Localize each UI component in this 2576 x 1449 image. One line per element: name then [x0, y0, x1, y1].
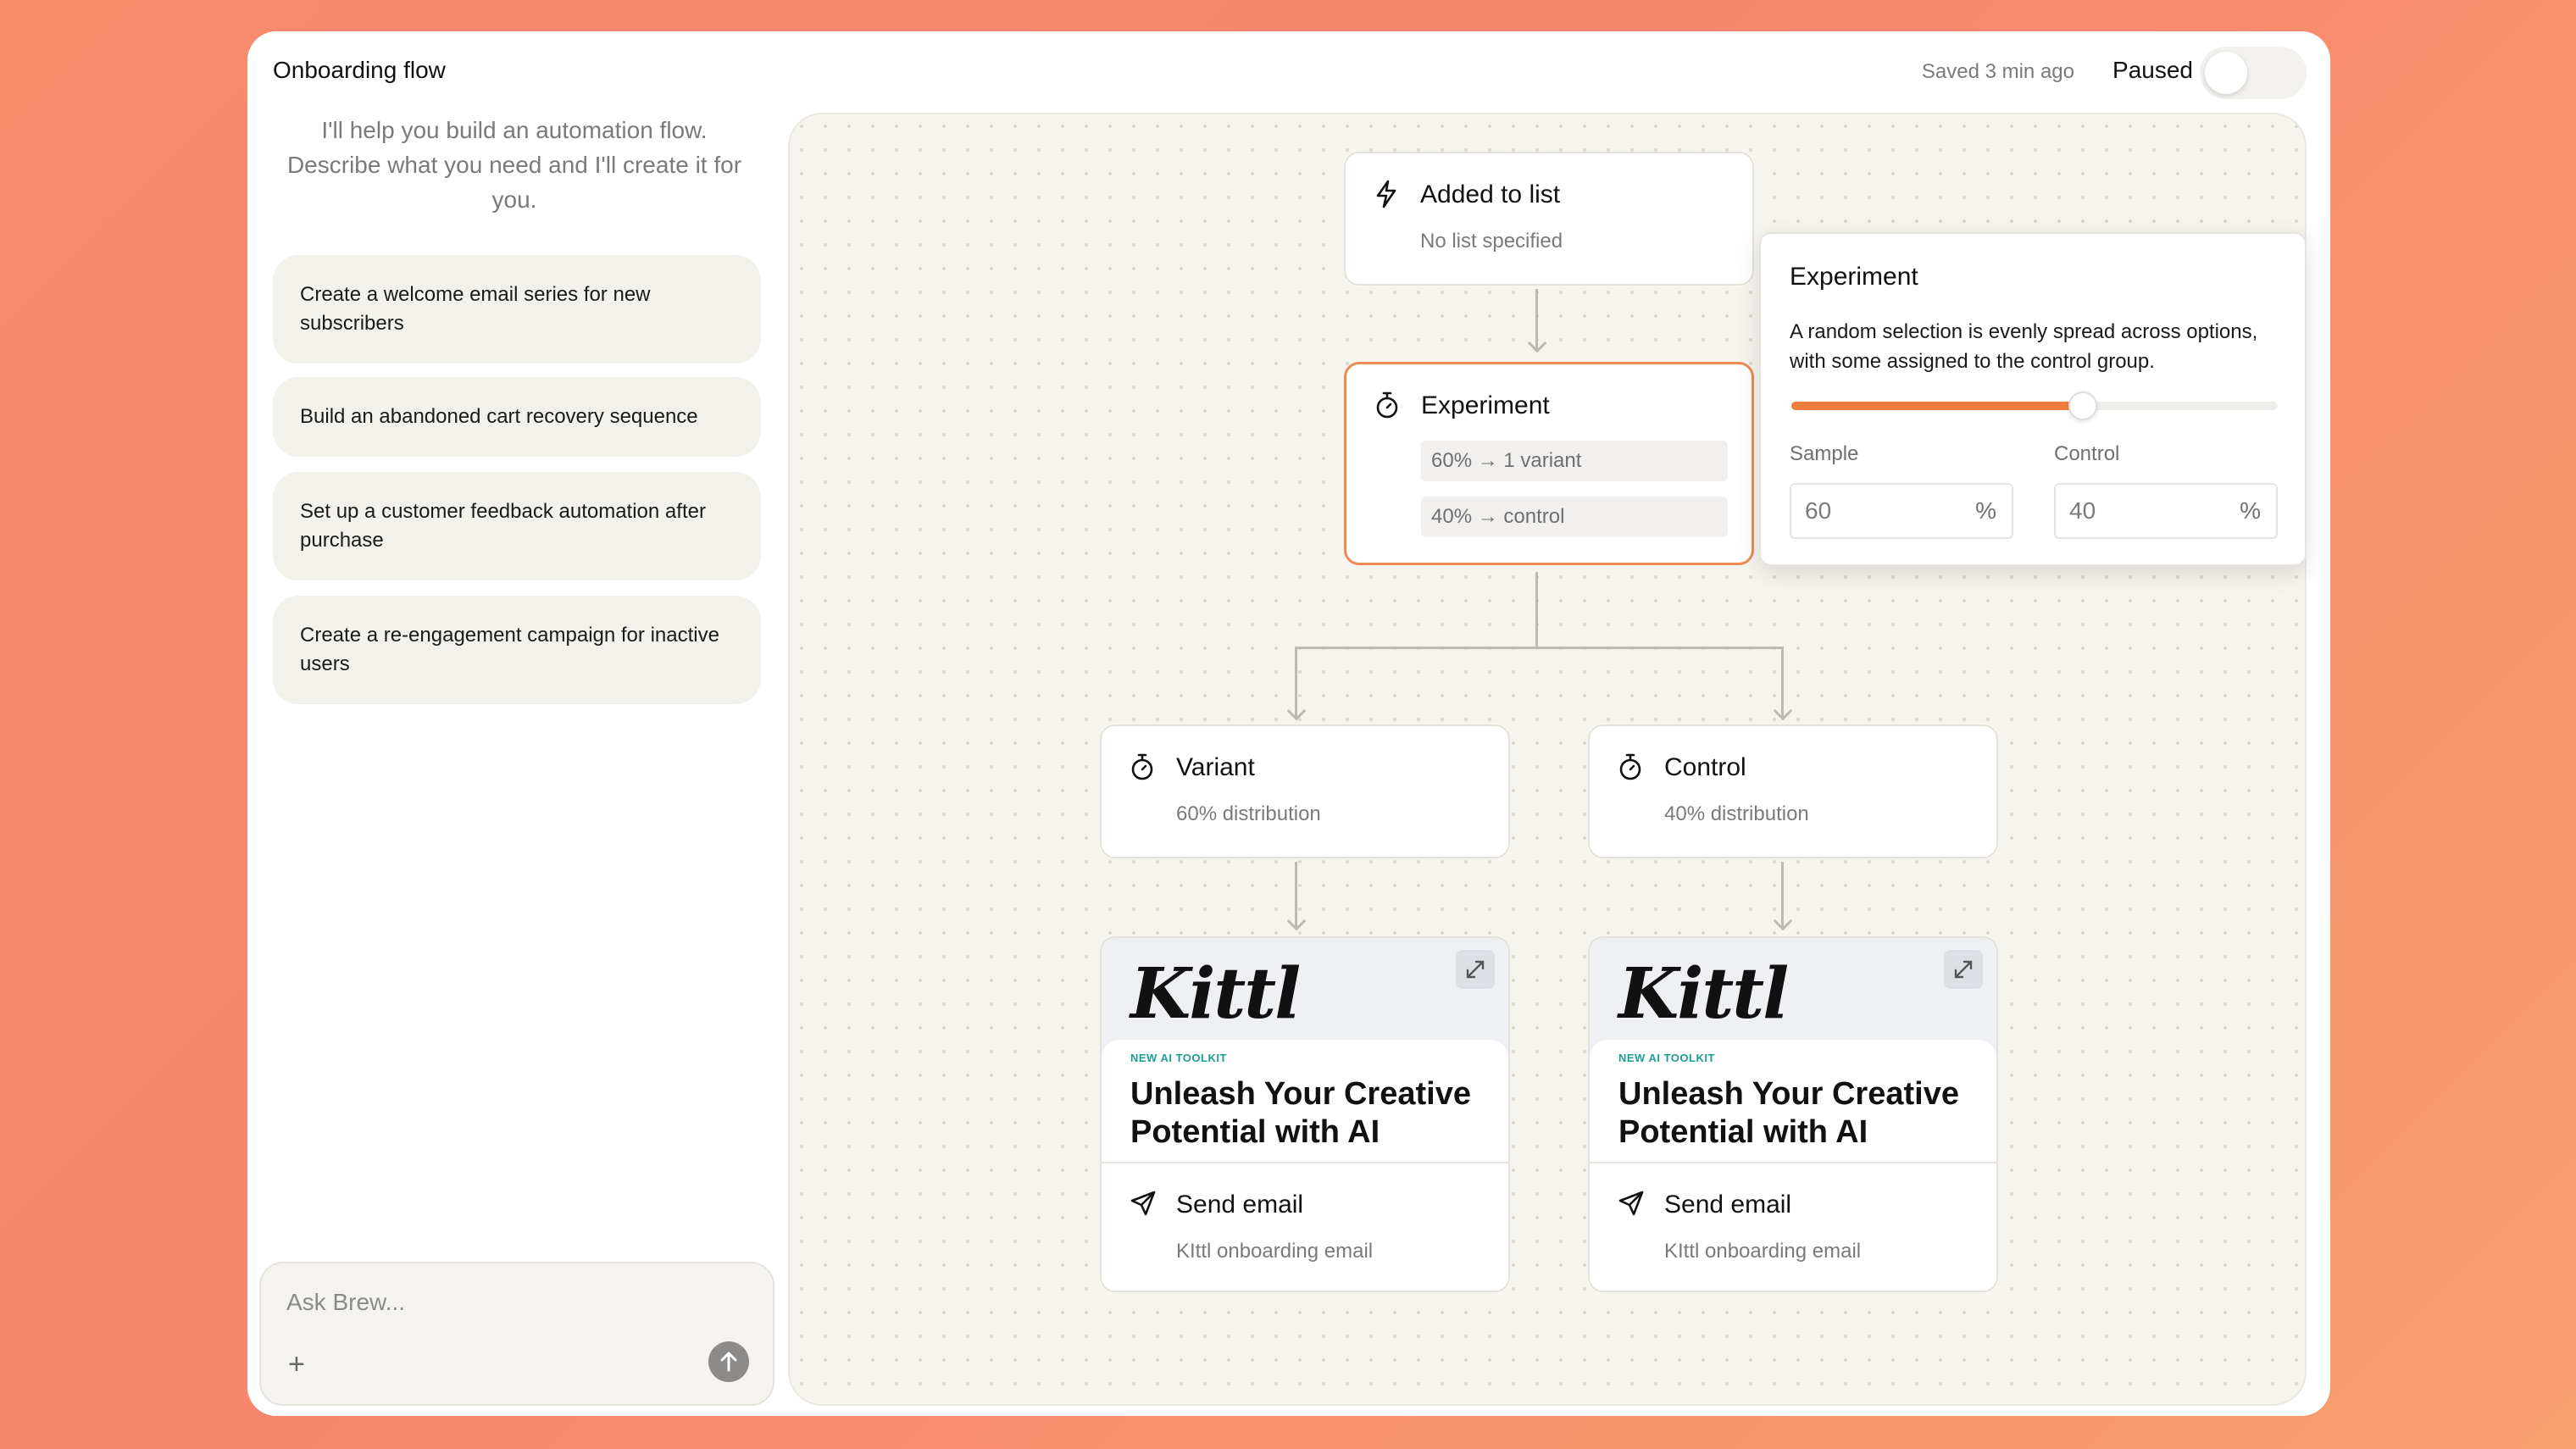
suggestion-label: Set up a customer feedback automation af… — [300, 500, 706, 552]
variant-node[interactable]: Variant 60% distribution — [1100, 724, 1510, 858]
sample-label: Sample — [1790, 442, 1859, 465]
divider — [1590, 1162, 1996, 1163]
send-icon — [1618, 1191, 1644, 1216]
email-card: NEW AI TOOLKIT Unleash Your Creative Pot… — [1102, 1040, 1508, 1162]
suggestion-label: Build an abandoned cart recovery sequenc… — [300, 405, 698, 428]
send-email-node-control[interactable]: Kittl NEW AI TOOLKIT Unleash Your Creati… — [1588, 936, 1998, 1292]
stopwatch-icon — [1131, 753, 1153, 780]
suggestion-abandoned-cart[interactable]: Build an abandoned cart recovery sequenc… — [273, 377, 761, 457]
control-label: Control — [2054, 442, 2120, 465]
split-slider[interactable] — [1791, 391, 2278, 420]
assistant-intro: I'll help you build an automation flow. … — [286, 117, 742, 213]
percent-unit: % — [1975, 497, 1996, 524]
rule-variant: 60% → 1 variant — [1421, 441, 1728, 481]
brand-logo: Kittl — [1618, 953, 1789, 1035]
expand-preview-button[interactable] — [1944, 950, 1983, 989]
popover-description: A random selection is evenly spread acro… — [1790, 320, 2258, 373]
node-subtitle: 60% distribution — [1176, 802, 1321, 825]
node-subtitle: KIttl onboarding email — [1176, 1240, 1374, 1263]
node-subtitle: 40% distribution — [1664, 802, 1809, 825]
state-label: Paused — [2112, 57, 2193, 83]
node-title: Send email — [1664, 1191, 1792, 1219]
lightning-icon — [1376, 180, 1396, 208]
suggestion-label: Create a re-engagement campaign for inac… — [300, 624, 719, 675]
saved-status: Saved 3 min ago — [1921, 60, 2074, 83]
expand-preview-button[interactable] — [1456, 950, 1495, 989]
slider-fill — [1791, 402, 2084, 410]
connector — [1295, 647, 1783, 649]
node-title: Variant — [1176, 753, 1255, 781]
connector-arrow — [1773, 701, 1793, 721]
connector-arrow — [1527, 333, 1547, 353]
rule-control: 40% → control — [1421, 497, 1728, 537]
sample-value: 60 — [1805, 497, 1832, 524]
connector — [1535, 572, 1538, 648]
popover-title: Experiment — [1790, 263, 1918, 291]
toggle-knob — [2205, 52, 2247, 94]
send-email-node-variant[interactable]: Kittl NEW AI TOOLKIT Unleash Your Creati… — [1100, 936, 1510, 1292]
page-title: Onboarding flow — [273, 57, 446, 83]
email-preview: Kittl NEW AI TOOLKIT Unleash Your Creati… — [1590, 938, 1996, 1162]
suggestion-reengagement[interactable]: Create a re-engagement campaign for inac… — [273, 596, 761, 704]
node-title: Send email — [1176, 1191, 1304, 1219]
connector-arrow — [1286, 701, 1307, 721]
slider-thumb[interactable] — [2068, 391, 2098, 420]
control-input[interactable]: 40 % — [2054, 483, 2278, 539]
sample-input[interactable]: 60 % — [1790, 483, 2013, 539]
experiment-popover: Experiment A random selection is evenly … — [1759, 232, 2307, 566]
suggestion-feedback[interactable]: Set up a customer feedback automation af… — [273, 472, 761, 580]
connector-arrow — [1773, 911, 1793, 931]
brand-logo: Kittl — [1130, 953, 1301, 1035]
stopwatch-icon — [1619, 753, 1641, 780]
expand-icon — [1954, 960, 1973, 979]
control-value: 40 — [2069, 497, 2096, 524]
chat-composer[interactable]: Ask Brew... + — [259, 1262, 774, 1406]
email-eyebrow: NEW AI TOOLKIT — [1618, 1052, 1715, 1064]
node-title: Added to list — [1420, 180, 1561, 208]
trigger-node[interactable]: Added to list No list specified — [1344, 152, 1754, 286]
percent-unit: % — [2240, 497, 2261, 524]
send-button[interactable] — [708, 1341, 749, 1382]
node-title: Experiment — [1421, 391, 1550, 419]
node-title: Control — [1664, 753, 1746, 781]
send-icon — [1130, 1191, 1156, 1216]
control-node[interactable]: Control 40% distribution — [1588, 724, 1998, 858]
email-eyebrow: NEW AI TOOLKIT — [1130, 1052, 1227, 1064]
suggestion-label: Create a welcome email series for new su… — [300, 283, 651, 335]
email-preview: Kittl NEW AI TOOLKIT Unleash Your Creati… — [1102, 938, 1508, 1162]
composer-input[interactable]: Ask Brew... — [286, 1289, 405, 1316]
email-headline: Unleash Your Creative Potential with AI — [1130, 1076, 1471, 1150]
add-attachment-button[interactable]: + — [288, 1348, 305, 1381]
node-subtitle: No list specified — [1420, 230, 1563, 253]
arrow-up-icon — [720, 1352, 737, 1372]
pause-toggle[interactable] — [2200, 47, 2307, 99]
email-headline: Unleash Your Creative Potential with AI — [1618, 1076, 1959, 1150]
connector-arrow — [1286, 911, 1307, 931]
email-card: NEW AI TOOLKIT Unleash Your Creative Pot… — [1590, 1040, 1996, 1162]
suggestion-welcome-series[interactable]: Create a welcome email series for new su… — [273, 255, 761, 364]
experiment-node[interactable]: Experiment 60% → 1 variant 40% → control — [1344, 362, 1754, 565]
node-subtitle: KIttl onboarding email — [1664, 1240, 1862, 1263]
stopwatch-icon — [1376, 391, 1398, 419]
divider — [1102, 1162, 1508, 1163]
expand-icon — [1466, 960, 1485, 979]
